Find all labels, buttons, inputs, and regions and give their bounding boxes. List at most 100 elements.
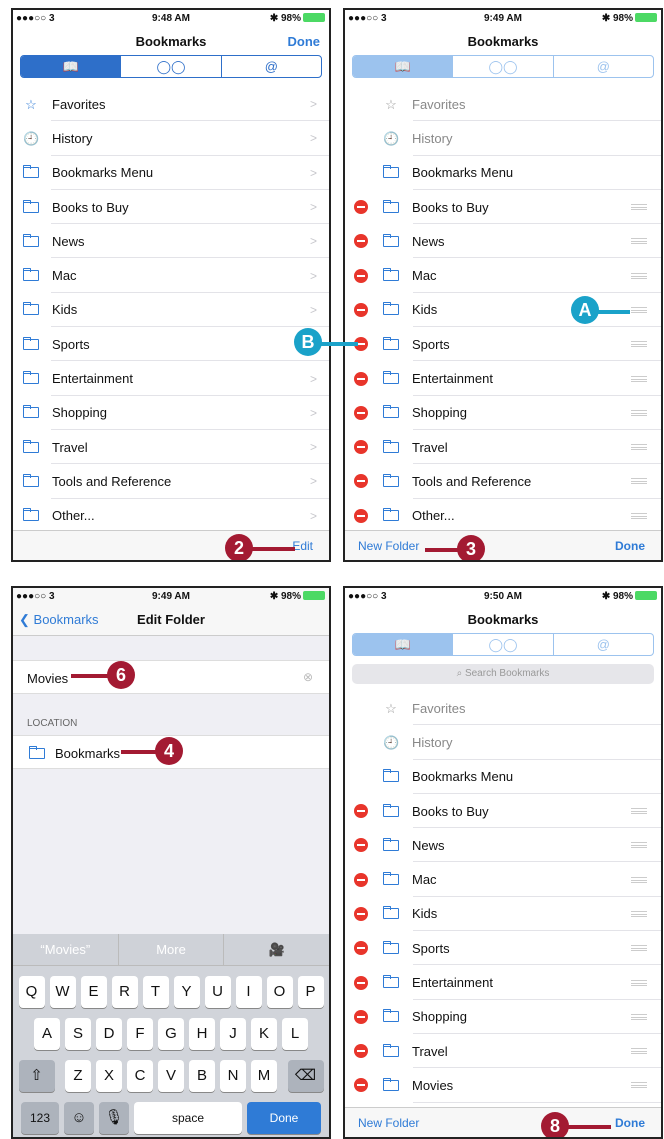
folder-name-field[interactable]: Movies ⊗ [13,660,329,694]
delete-icon[interactable] [354,200,368,215]
new-folder-button[interactable]: New Folder [358,539,419,553]
delete-icon[interactable] [354,508,368,523]
new-folder-button[interactable]: New Folder [358,1116,419,1130]
key[interactable]: R [111,976,138,1008]
reorder-handle-icon[interactable] [631,375,647,382]
search-field[interactable]: ⌕ Search Bookmarks [352,664,654,684]
delete-icon[interactable] [354,474,368,489]
tab-shared-links[interactable]: @ [220,56,321,77]
list-item[interactable]: Books to Buy [345,190,661,225]
reorder-handle-icon[interactable] [631,341,647,348]
key[interactable]: M [251,1060,277,1092]
list-item[interactable]: News [345,828,661,863]
reorder-handle-icon[interactable] [631,272,647,279]
done-button[interactable]: Done [615,539,645,553]
list-item[interactable]: Shopping [345,1000,661,1034]
reorder-handle-icon[interactable] [631,1082,647,1089]
key[interactable]: A [34,1018,60,1050]
list-item[interactable]: Kids > [13,293,329,328]
list-item[interactable]: News > [13,224,329,259]
done-button[interactable]: Done [288,34,321,49]
key[interactable]: V [158,1060,184,1092]
key[interactable]: G [158,1018,184,1050]
delete-icon[interactable] [354,440,368,455]
list-item[interactable]: Mac [345,862,661,897]
list-item[interactable]: Sports [345,931,661,966]
reorder-handle-icon[interactable] [631,409,647,416]
suggestion-item[interactable]: “Movies” [13,934,118,965]
delete-icon[interactable] [354,906,368,921]
delete-icon[interactable] [354,234,368,249]
delete-icon[interactable] [354,268,368,283]
reorder-handle-icon[interactable] [631,842,647,849]
key[interactable]: T [142,976,169,1008]
key[interactable]: S [65,1018,91,1050]
reorder-handle-icon[interactable] [631,1048,647,1055]
key[interactable]: U [204,976,231,1008]
done-key[interactable]: Done [247,1102,321,1134]
list-item[interactable]: Entertainment [345,361,661,396]
tab-bookmarks[interactable]: 📖 [21,56,121,77]
list-item[interactable]: Travel [345,1034,661,1069]
key[interactable]: F [127,1018,153,1050]
list-item[interactable]: Books to Buy > [13,190,329,225]
tab-bookmarks[interactable]: 📖 [353,56,453,77]
tab-bookmarks[interactable]: 📖 [353,634,453,655]
delete-icon[interactable] [354,302,368,317]
reorder-handle-icon[interactable] [631,1013,647,1020]
list-item[interactable]: Shopping [345,396,661,430]
list-item[interactable]: Sports [345,327,661,362]
shift-key-icon[interactable]: ⇧ [18,1060,55,1092]
list-item[interactable]: Bookmarks Menu [345,156,661,190]
key[interactable]: P [297,976,324,1008]
numbers-key[interactable]: 123 [21,1102,59,1134]
reorder-handle-icon[interactable] [631,512,647,519]
tab-reading-list[interactable]: ◯◯ [120,56,220,77]
key[interactable]: Y [173,976,200,1008]
list-item[interactable]: Other... [345,499,661,533]
key[interactable]: D [96,1018,122,1050]
backspace-key-icon[interactable]: ⌫ [287,1060,324,1092]
reorder-handle-icon[interactable] [631,808,647,815]
key[interactable]: Q [18,976,45,1008]
list-item[interactable]: Travel > [13,430,329,465]
delete-icon[interactable] [354,371,368,386]
list-item[interactable]: Movies [345,1068,661,1103]
reorder-handle-icon[interactable] [631,945,647,952]
clear-icon[interactable]: ⊗ [303,670,313,684]
key[interactable]: O [266,976,293,1008]
list-item[interactable]: Entertainment [345,965,661,1000]
delete-icon[interactable] [354,1009,368,1024]
list-item[interactable]: News [345,224,661,259]
list-item[interactable]: Other... > [13,499,329,533]
list-item[interactable]: Travel [345,430,661,465]
delete-icon[interactable] [354,405,368,420]
reorder-handle-icon[interactable] [631,444,647,451]
reorder-handle-icon[interactable] [631,306,647,313]
reorder-handle-icon[interactable] [631,876,647,883]
delete-icon[interactable] [354,838,368,853]
reorder-handle-icon[interactable] [631,478,647,485]
edit-button[interactable]: Edit [292,539,313,553]
tab-shared-links[interactable]: @ [552,56,653,77]
suggestion-item[interactable]: More [117,934,224,965]
delete-icon[interactable] [354,1044,368,1059]
tab-shared-links[interactable]: @ [552,634,653,655]
reorder-handle-icon[interactable] [631,238,647,245]
list-item[interactable]: Tools and Reference [345,464,661,499]
list-item[interactable]: Bookmarks Menu [345,760,661,794]
delete-icon[interactable] [354,975,368,990]
list-item[interactable]: Kids [345,897,661,932]
emoji-key-icon[interactable]: ☺ [64,1102,94,1134]
delete-icon[interactable] [354,1078,368,1093]
key[interactable]: I [235,976,262,1008]
key[interactable]: H [189,1018,215,1050]
list-item[interactable]: Shopping > [13,396,329,430]
list-item[interactable]: Mac [345,258,661,293]
done-button[interactable]: Done [615,1116,645,1130]
space-key[interactable]: space [134,1102,242,1134]
key[interactable]: J [220,1018,246,1050]
tab-reading-list[interactable]: ◯◯ [452,56,552,77]
delete-icon[interactable] [354,941,368,956]
reorder-handle-icon[interactable] [631,979,647,986]
